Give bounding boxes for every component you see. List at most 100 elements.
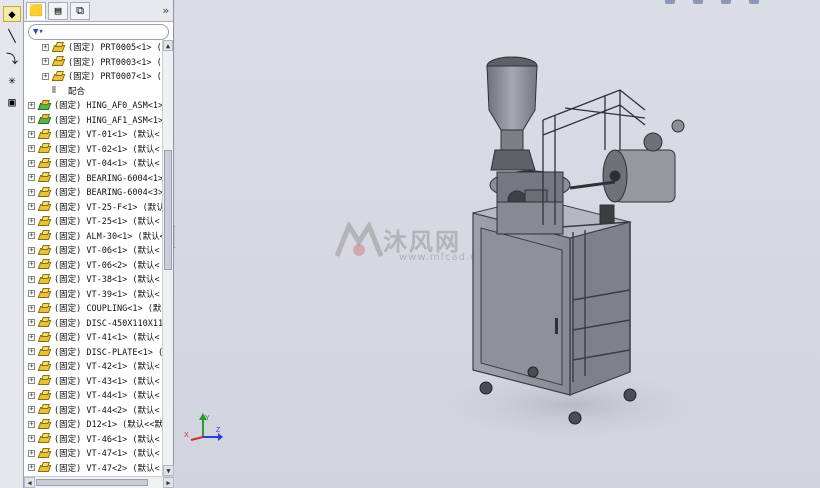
tree-item-label: (固定) HING_AF1_ASM<1> [54,115,162,126]
expand-icon[interactable]: + [28,333,35,341]
expand-icon[interactable]: + [42,58,49,66]
expand-icon[interactable]: + [28,362,35,370]
tree-horizontal-scrollbar[interactable]: ◀ ▶ [24,476,174,488]
hopper [486,56,538,171]
scroll-left-icon[interactable]: ◀ [24,477,35,488]
tree-item[interactable]: + (固定) PRT0007<1> ( [24,69,162,84]
expand-icon[interactable]: + [28,232,35,240]
tree-item[interactable]: + (固定) VT-02<1> (默认< [24,142,162,157]
expand-icon[interactable]: + [28,246,35,254]
tree-item-label: (固定) VT-04<1> (默认< [54,159,160,170]
tree-item-label: (固定) BEARING-6004<1> [54,173,162,184]
tree-item[interactable]: + (固定) PRT0003<1> ( [24,55,162,70]
tree-item[interactable]: + (固定) VT-43<1> (默认< [24,374,162,389]
expand-icon[interactable]: + [28,101,35,109]
smart-dimension-icon[interactable]: ◆ [3,6,21,22]
tree-item[interactable]: + (固定) VT-47<1> (默认< [24,446,162,461]
tree-item[interactable]: + (固定) VT-06<2> (默认< [24,258,162,273]
expand-icon[interactable]: + [28,116,35,124]
line-sketch-icon[interactable]: ╲ [3,28,21,44]
triad-x-axis [190,436,204,441]
tree-vertical-scrollbar[interactable]: ▲ ▼ [162,40,174,476]
collapse-panel-icon[interactable]: » [162,4,169,17]
part-icon [37,201,52,212]
tree-item-label: (固定) VT-39<1> (默认< [54,289,160,300]
part-icon [51,56,66,67]
hscroll-thumb[interactable] [36,479,148,486]
tree-item[interactable]: + (固定) VT-38<1> (默认< [24,272,162,287]
mates-icon: ⦀ [52,85,56,96]
tree-filter-input[interactable]: ▼▾ [28,24,169,40]
tree-item[interactable]: + (固定) VT-44<1> (默认< [24,388,162,403]
tree-item[interactable]: + (固定) VT-41<1> (默认< [24,330,162,345]
expand-icon[interactable]: + [28,420,35,428]
tree-item[interactable]: + (固定) VT-01<1> (默认< [24,127,162,142]
tree-item-label: (固定) VT-44<1> (默认< [54,391,160,402]
tree-item[interactable]: + (固定) ALM-30<1> (默认< [24,229,162,244]
extrude-icon[interactable]: ▣ [3,94,21,110]
part-icon [37,462,52,473]
tree-item[interactable]: + (固定) BEARING-6004<3> [24,185,162,200]
expand-icon[interactable]: + [28,290,35,298]
part-icon [37,128,52,140]
part-icon [37,404,52,415]
tree-item[interactable]: + (固定) VT-39<1> (默认< [24,287,162,302]
expand-icon[interactable]: + [28,304,35,312]
expand-icon[interactable]: + [28,435,35,443]
tree-item[interactable]: + (固定) VT-06<1> (默认< [24,243,162,258]
expand-icon[interactable]: + [28,406,35,414]
tree-item[interactable]: + (固定) COUPLING<1> (默 [24,301,162,316]
tree-item[interactable]: + (固定) VT-25-F<1> (默认 [24,200,162,215]
expand-icon[interactable]: + [42,72,49,80]
expand-icon[interactable]: + [28,159,35,167]
scroll-right-icon[interactable]: ▶ [163,477,174,488]
tree-item[interactable]: + (固定) BEARING-6004<1> [24,171,162,186]
tree-item-label: (固定) PRT0003<1> ( [68,57,162,68]
tree-item[interactable]: + (固定) DISC-PLATE<1> ( [24,345,162,360]
expand-icon[interactable]: + [28,145,35,153]
tree-item[interactable]: + (固定) PRT0005<1> ( [24,40,162,55]
expand-icon[interactable]: + [28,203,35,211]
tree-item[interactable]: + (固定) VT-44<2> (默认< [24,403,162,418]
machine-model[interactable] [175,0,820,488]
tree-item[interactable]: + (固定) VT-46<1> (默认< [24,432,162,447]
reference-axis-icon[interactable]: ⤵ [3,50,21,66]
expand-icon[interactable]: + [28,449,35,457]
expand-icon[interactable]: + [28,275,35,283]
tree-item[interactable]: + (固定) VT-25<1> (默认< [24,214,162,229]
tree-item-label: (固定) VT-02<1> (默认< [54,144,160,155]
scroll-down-icon[interactable]: ▼ [163,465,174,476]
expand-icon[interactable]: + [28,391,35,399]
scroll-thumb[interactable] [164,150,172,270]
tree-item[interactable]: + (固定) HING_AF0_ASM<1> [24,98,162,113]
tree-item[interactable]: + (固定) VT-42<1> (默认< [24,359,162,374]
feature-tree-icon[interactable]: 🟨 [26,1,46,20]
tree-item[interactable]: ⦀ 配合 [24,84,162,99]
part-icon [37,244,52,256]
tree-item[interactable]: + (固定) D12<1> (默认<<默 [24,417,162,432]
tree-item[interactable]: + (固定) VT-04<1> (默认< [24,156,162,171]
expand-icon[interactable]: + [28,464,35,472]
expand-icon[interactable]: + [28,319,35,327]
expand-icon[interactable]: + [42,43,49,51]
point-icon[interactable]: ✳ [3,72,21,88]
tree-item-label: (固定) DISC-PLATE<1> ( [54,347,162,358]
tree-item[interactable]: + (固定) DISC-450X110X11 [24,316,162,331]
graphics-viewport[interactable]: 沐风网 www.mfcad.com X Y Z [175,0,820,488]
expand-icon[interactable]: + [28,261,35,269]
tree-item[interactable]: + (固定) VT-47<2> (默认< [24,461,162,476]
expand-icon[interactable]: + [28,174,35,182]
tree-item-label: (固定) VT-01<1> (默认< [54,130,160,141]
expand-icon[interactable]: + [28,130,35,138]
tree-item-label: (固定) VT-47<2> (默认< [54,463,160,474]
film-roll [569,119,685,224]
property-manager-icon[interactable]: ▤ [48,1,68,20]
expand-icon[interactable]: + [28,348,35,356]
scroll-up-icon[interactable]: ▲ [163,40,173,51]
expand-icon[interactable]: + [28,377,35,385]
tree-item[interactable]: + (固定) HING_AF1_ASM<1> [24,113,162,128]
expand-icon[interactable]: + [28,188,35,196]
configuration-manager-icon[interactable]: ⧉ [70,1,90,20]
expand-icon[interactable]: + [28,217,35,225]
part-icon [37,418,52,430]
